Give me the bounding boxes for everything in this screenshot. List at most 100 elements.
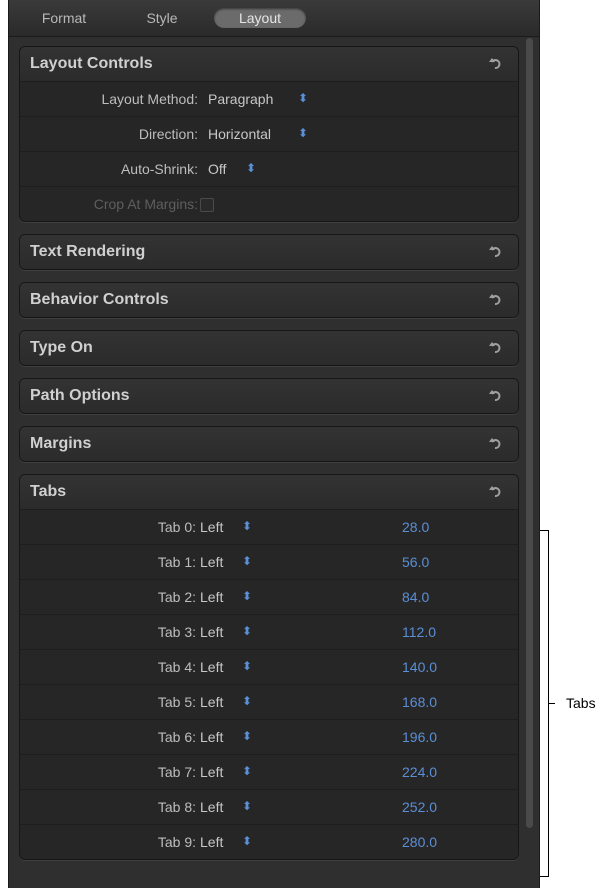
group-title: Path Options <box>30 387 130 404</box>
group-title: Layout Controls <box>30 55 153 72</box>
tab-stop-alignment-popup[interactable]: Left <box>200 694 223 710</box>
tab-stop-position-field[interactable]: 56.0 <box>402 554 429 570</box>
tab-stop-position-field[interactable]: 140.0 <box>402 659 437 675</box>
reset-arrow-icon[interactable] <box>488 388 502 402</box>
tab-format[interactable]: Format <box>29 8 99 28</box>
tab-stop-label: Tab 3: <box>157 624 196 640</box>
tab-stop-row: Tab 9: Left ⬍ 280.0 <box>20 824 518 859</box>
type-on-header[interactable]: Type On <box>20 331 518 365</box>
tab-stops-list: Tab 0: Left ⬍ 28.0 Tab 1: Left ⬍ 56.0 Tab 2: Left… <box>20 509 518 859</box>
tab-stop-row: Tab 1: Left ⬍ 56.0 <box>20 544 518 579</box>
behavior-controls-group: Behavior Controls <box>19 282 519 318</box>
auto-shrink-row: Auto-Shrink: Off ⬍ <box>20 151 518 186</box>
tab-stop-position-field[interactable]: 196.0 <box>402 729 437 745</box>
tab-stop-position-field[interactable]: 224.0 <box>402 764 437 780</box>
tab-stop-alignment-popup[interactable]: Left <box>200 624 223 640</box>
text-rendering-group: Text Rendering <box>19 234 519 270</box>
group-title: Tabs <box>30 483 67 500</box>
up-down-stepper-icon[interactable]: ⬍ <box>242 729 252 743</box>
group-title: Margins <box>30 435 92 452</box>
text-rendering-header[interactable]: Text Rendering <box>20 235 518 269</box>
tab-stop-position-field[interactable]: 112.0 <box>402 624 436 640</box>
tab-stop-row: Tab 0: Left ⬍ 28.0 <box>20 509 518 544</box>
reset-arrow-icon[interactable] <box>488 244 502 258</box>
tab-stop-alignment-popup[interactable]: Left <box>200 554 223 570</box>
tab-stop-position-field[interactable]: 84.0 <box>402 589 429 605</box>
direction-popup[interactable]: Horizontal <box>208 126 271 142</box>
layout-method-label: Layout Method: <box>101 91 198 107</box>
tab-stop-row: Tab 2: Left ⬍ 84.0 <box>20 579 518 614</box>
tab-stop-alignment-popup[interactable]: Left <box>200 519 223 535</box>
behavior-controls-header[interactable]: Behavior Controls <box>20 283 518 317</box>
path-options-header[interactable]: Path Options <box>20 379 518 413</box>
reset-arrow-icon[interactable] <box>488 484 502 498</box>
tab-stop-label: Tab 0: <box>157 519 196 535</box>
callout-tick <box>548 703 555 704</box>
tabs-group: Tabs Tab 0: Left ⬍ 28.0 Tab 1: Left ⬍ 56.0 Tab 2… <box>19 474 519 860</box>
tab-stop-alignment-popup[interactable]: Left <box>200 659 223 675</box>
layout-method-row: Layout Method: Paragraph ⬍ <box>20 81 518 116</box>
tab-stop-label: Tab 1: <box>157 554 196 570</box>
tab-layout[interactable]: Layout <box>214 8 306 28</box>
layout-controls-header[interactable]: Layout Controls <box>20 47 518 81</box>
direction-row: Direction: Horizontal ⬍ <box>20 116 518 151</box>
tab-stop-label: Tab 2: <box>157 589 196 605</box>
up-down-stepper-icon[interactable]: ⬍ <box>242 624 252 638</box>
up-down-stepper-icon[interactable]: ⬍ <box>242 694 252 708</box>
reset-arrow-icon[interactable] <box>488 436 502 450</box>
group-title: Text Rendering <box>30 243 146 260</box>
callout-label: Tabs <box>566 695 596 711</box>
up-down-stepper-icon[interactable]: ⬍ <box>298 91 308 105</box>
scrollbar[interactable] <box>526 38 533 828</box>
up-down-stepper-icon[interactable]: ⬍ <box>242 589 252 603</box>
auto-shrink-popup[interactable]: Off <box>208 161 226 177</box>
tab-stop-position-field[interactable]: 280.0 <box>402 834 437 850</box>
path-options-group: Path Options <box>19 378 519 414</box>
tab-stop-row: Tab 4: Left ⬍ 140.0 <box>20 649 518 684</box>
up-down-stepper-icon[interactable]: ⬍ <box>242 799 252 813</box>
tab-stop-row: Tab 3: Left ⬍ 112.0 <box>20 614 518 649</box>
group-title: Behavior Controls <box>30 291 169 308</box>
type-on-group: Type On <box>19 330 519 366</box>
layout-controls-group: Layout Controls Layout Method: Paragraph… <box>19 46 519 222</box>
tab-stop-row: Tab 6: Left ⬍ 196.0 <box>20 719 518 754</box>
reset-arrow-icon[interactable] <box>488 292 502 306</box>
tab-stop-position-field[interactable]: 168.0 <box>402 694 437 710</box>
up-down-stepper-icon[interactable]: ⬍ <box>242 764 252 778</box>
reset-arrow-icon[interactable] <box>488 340 502 354</box>
up-down-stepper-icon[interactable]: ⬍ <box>242 519 252 533</box>
crop-at-margins-checkbox[interactable] <box>200 198 214 212</box>
inspector-tab-bar: Format Style Layout <box>9 0 539 37</box>
tab-stop-label: Tab 4: <box>157 659 196 675</box>
tab-style[interactable]: Style <box>127 8 197 28</box>
margins-group: Margins <box>19 426 519 462</box>
inspector-content: Layout Controls Layout Method: Paragraph… <box>19 46 519 872</box>
crop-at-margins-label: Crop At Margins: <box>93 196 198 212</box>
reset-arrow-icon[interactable] <box>488 56 502 70</box>
up-down-stepper-icon[interactable]: ⬍ <box>242 834 252 848</box>
tab-stop-label: Tab 9: <box>157 834 196 850</box>
direction-label: Direction: <box>138 126 198 142</box>
up-down-stepper-icon[interactable]: ⬍ <box>242 659 252 673</box>
tab-stop-label: Tab 5: <box>157 694 196 710</box>
tab-stop-label: Tab 6: <box>157 729 196 745</box>
layout-method-popup[interactable]: Paragraph <box>208 91 273 107</box>
tab-stop-position-field[interactable]: 252.0 <box>402 799 437 815</box>
tab-stop-alignment-popup[interactable]: Left <box>200 834 223 850</box>
tab-stop-position-field[interactable]: 28.0 <box>402 519 429 535</box>
tab-stop-alignment-popup[interactable]: Left <box>200 729 223 745</box>
tab-stop-row: Tab 8: Left ⬍ 252.0 <box>20 789 518 824</box>
auto-shrink-label: Auto-Shrink: <box>120 161 198 177</box>
tab-stop-row: Tab 7: Left ⬍ 224.0 <box>20 754 518 789</box>
tab-stop-alignment-popup[interactable]: Left <box>200 799 223 815</box>
up-down-stepper-icon[interactable]: ⬍ <box>298 126 308 140</box>
tabs-header[interactable]: Tabs <box>20 475 518 509</box>
margins-header[interactable]: Margins <box>20 427 518 461</box>
tab-stop-row: Tab 5: Left ⬍ 168.0 <box>20 684 518 719</box>
tab-stop-alignment-popup[interactable]: Left <box>200 764 223 780</box>
up-down-stepper-icon[interactable]: ⬍ <box>242 554 252 568</box>
group-title: Type On <box>30 339 93 356</box>
crop-at-margins-row: Crop At Margins: <box>20 186 518 221</box>
up-down-stepper-icon[interactable]: ⬍ <box>246 161 256 175</box>
tab-stop-alignment-popup[interactable]: Left <box>200 589 223 605</box>
